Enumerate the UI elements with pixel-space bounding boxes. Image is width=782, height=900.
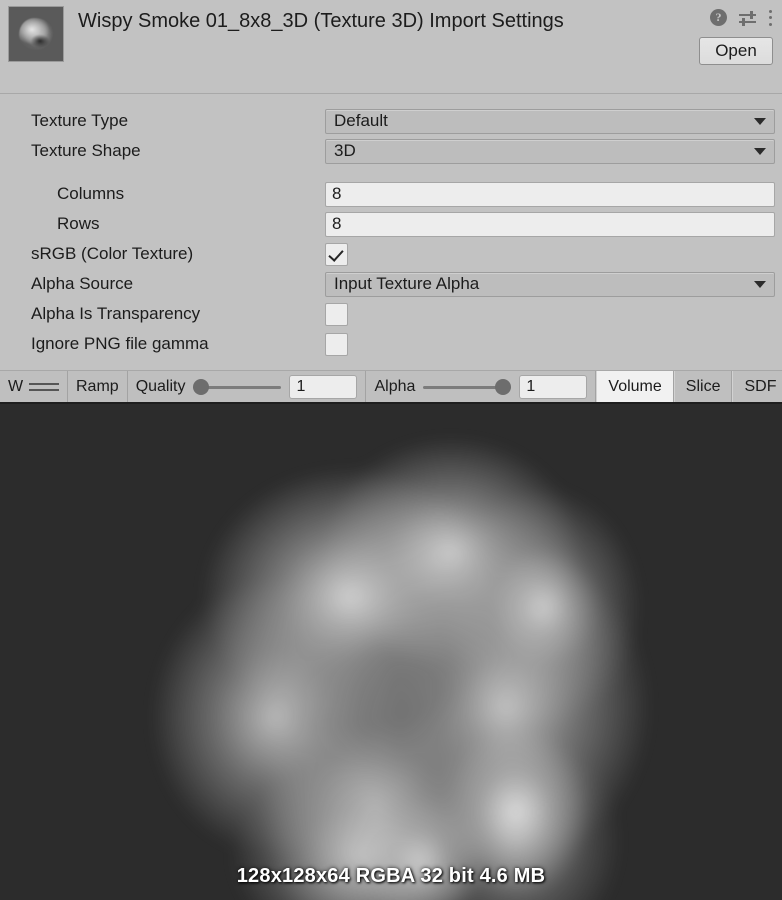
dropdown-texture-type-value: Default (334, 111, 388, 130)
preview-status-text: 128x128x64 RGBA 32 bit 4.6 MB (236, 865, 546, 887)
property-row-rows: Rows 8 (7, 209, 775, 239)
property-row-alpha-is-transparency: Alpha Is Transparency (7, 299, 775, 329)
property-row-columns: Columns 8 (7, 179, 775, 209)
inspector-header: Wispy Smoke 01_8x8_3D (Texture 3D) Impor… (0, 0, 782, 100)
label-alpha-source: Alpha Source (31, 274, 134, 293)
label-texture-type: Texture Type (31, 111, 129, 130)
chevron-down-icon (754, 281, 766, 288)
label-ignore-png-gamma: Ignore PNG file gamma (31, 334, 209, 353)
thumbnail-smoke-image (19, 18, 53, 50)
property-row-alpha-source: Alpha Source Input Texture Alpha (7, 269, 775, 299)
input-rows[interactable]: 8 (325, 211, 775, 237)
texture-preview[interactable]: 128x128x64 RGBA 32 bit 4.6 MB (0, 404, 782, 900)
property-row-srgb: sRGB (Color Texture) (7, 239, 775, 269)
label-srgb: sRGB (Color Texture) (31, 244, 194, 263)
preview-toolbar: W Ramp Quality 1 Alpha 1 Volume Slice SD… (0, 370, 782, 404)
texture-thumbnail[interactable] (8, 6, 64, 62)
quality-label: Quality (135, 377, 186, 395)
label-texture-shape: Texture Shape (31, 141, 141, 160)
header-separator (0, 93, 782, 94)
alpha-label: Alpha (374, 377, 416, 395)
open-button[interactable]: Open (699, 37, 773, 65)
label-rows: Rows (57, 214, 100, 233)
alpha-control: Alpha 1 (366, 371, 597, 402)
alpha-slider-handle[interactable] (495, 378, 512, 395)
label-columns: Columns (57, 184, 125, 203)
property-row-texture-type: Texture Type Default (7, 106, 775, 136)
quality-control: Quality 1 (128, 371, 367, 402)
preset-icon[interactable] (739, 10, 756, 26)
tab-volume[interactable]: Volume (596, 371, 674, 402)
properties-panel: Texture Type Default Texture Shape 3D Co… (0, 100, 782, 359)
ramp-button[interactable]: Ramp (68, 371, 128, 402)
quality-value-input[interactable]: 1 (289, 374, 358, 399)
menu-lines-icon (29, 382, 59, 391)
chevron-down-icon (754, 148, 766, 155)
channel-dropdown[interactable]: W (0, 371, 68, 402)
dropdown-texture-shape[interactable]: 3D (325, 138, 775, 164)
tab-sdf[interactable]: SDF (732, 371, 782, 402)
alpha-slider[interactable] (423, 378, 512, 396)
dropdown-texture-shape-value: 3D (334, 141, 356, 160)
quality-slider-handle[interactable] (193, 378, 210, 395)
alpha-value-input[interactable]: 1 (519, 374, 588, 399)
help-icon[interactable]: ? (710, 9, 727, 26)
channel-dropdown-value: W (8, 377, 24, 395)
kebab-menu-icon[interactable] (768, 9, 772, 26)
label-alpha-is-transparency: Alpha Is Transparency (31, 304, 201, 323)
checkbox-srgb[interactable] (325, 242, 348, 266)
dropdown-alpha-source-value: Input Texture Alpha (334, 274, 480, 293)
dropdown-alpha-source[interactable]: Input Texture Alpha (325, 271, 775, 297)
smoke-volume-render (111, 427, 671, 900)
quality-slider[interactable] (193, 378, 282, 396)
tab-slice[interactable]: Slice (673, 371, 733, 402)
property-row-texture-shape: Texture Shape 3D (7, 136, 775, 166)
header-icon-group: ? (710, 9, 772, 26)
dropdown-texture-type[interactable]: Default (325, 108, 775, 134)
input-columns[interactable]: 8 (325, 181, 775, 207)
texture-import-inspector: Wispy Smoke 01_8x8_3D (Texture 3D) Impor… (0, 0, 782, 900)
chevron-down-icon (754, 118, 766, 125)
checkbox-alpha-is-transparency[interactable] (325, 302, 348, 326)
page-title: Wispy Smoke 01_8x8_3D (Texture 3D) Impor… (78, 10, 564, 32)
property-row-ignore-png-gamma: Ignore PNG file gamma (7, 329, 775, 359)
checkbox-ignore-png-gamma[interactable] (325, 332, 348, 356)
